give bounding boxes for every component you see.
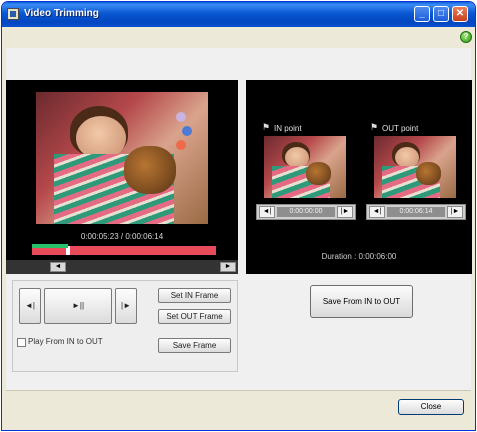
maximize-button[interactable]: □ [433,6,449,22]
scroll-left-button[interactable]: ◄ [50,262,66,272]
help-icon[interactable]: ? [460,31,472,43]
footer-divider [6,390,471,391]
preview-timecode: 0:00:05:23 / 0:00:06:14 [80,232,164,241]
save-in-to-out-button[interactable]: Save From IN to OUT [310,285,413,318]
main-preview-image [36,92,208,224]
in-frame-thumbnail [264,136,346,198]
duration-label: Duration : 0:00:06:00 [321,252,397,261]
out-frame-thumbnail [374,136,456,198]
play-in-out-label: Play From IN to OUT [28,337,103,346]
window-title: Video Trimming [24,8,99,19]
in-prev-button[interactable]: ◄| [259,206,275,218]
out-prev-button[interactable]: ◄| [369,206,385,218]
title-bar[interactable]: Video Trimming _ □ ✕ [2,2,475,27]
out-flag-icon: ⚑ [370,122,379,132]
close-window-button[interactable]: ✕ [452,6,468,22]
track-scroll-row [6,260,238,274]
play-pause-button[interactable]: ►|| [44,288,112,324]
next-frame-button[interactable]: |► [115,288,137,324]
out-frame-control: ◄| 0:00:06:14 |► [366,204,466,220]
play-in-out-checkbox[interactable] [17,338,26,347]
save-frame-button[interactable]: Save Frame [158,338,231,353]
previous-frame-button[interactable]: ◄| [19,288,41,324]
set-in-frame-button[interactable]: Set IN Frame [158,288,231,303]
in-frame-control: ◄| 0:00:00:00 |► [256,204,356,220]
in-frame-value: 0:00:00:00 [277,207,335,217]
trim-track[interactable] [32,244,216,255]
playhead-bar[interactable] [32,244,68,248]
in-flag-icon: ⚑ [262,122,271,132]
set-out-frame-button[interactable]: Set OUT Frame [158,309,231,324]
out-point-label: OUT point [382,124,419,133]
out-next-button[interactable]: |► [447,206,463,218]
scroll-right-button[interactable]: ► [220,262,236,272]
in-next-button[interactable]: |► [337,206,353,218]
out-frame-value: 0:00:06:14 [387,207,445,217]
trim-range-after [70,246,216,255]
in-point-label: IN point [274,124,302,133]
minimize-button[interactable]: _ [414,6,430,22]
close-button[interactable]: Close [398,399,464,415]
app-icon [7,8,19,20]
